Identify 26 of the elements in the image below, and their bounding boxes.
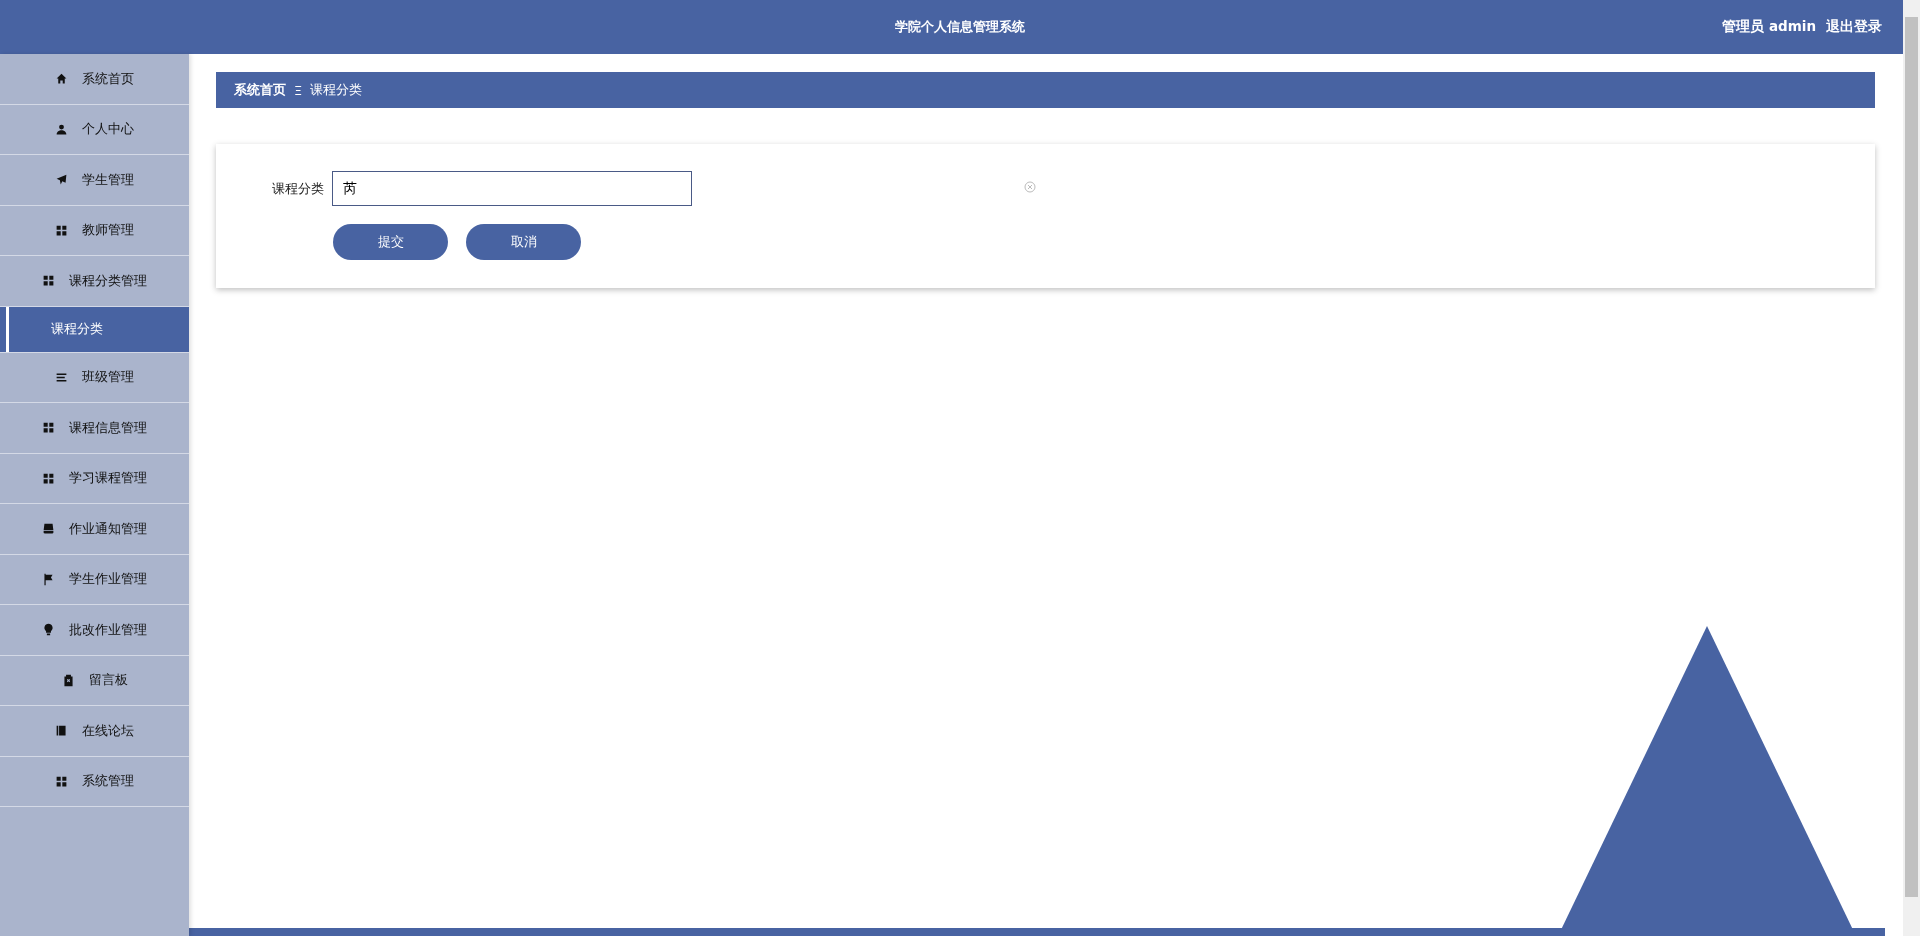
grid-icon <box>55 223 68 237</box>
sidebar-subitem[interactable]: 课程分类 <box>0 306 189 353</box>
breadcrumb-current: 课程分类 <box>310 81 363 99</box>
clear-icon[interactable] <box>1024 181 1036 193</box>
breadcrumb-separator: Ξ <box>294 82 303 98</box>
flag-icon <box>42 572 55 586</box>
clipboard-icon <box>61 673 75 687</box>
app-title: 学院个人信息管理系统 <box>895 18 1025 36</box>
grid-icon <box>42 421 55 435</box>
grid-icon <box>42 274 55 288</box>
inbox-icon <box>42 522 55 536</box>
field-label: 课程分类 <box>272 179 324 198</box>
cancel-button[interactable]: 取消 <box>466 224 581 260</box>
scrollbar[interactable] <box>1903 0 1920 936</box>
user-label: 管理员 admin <box>1722 18 1816 36</box>
bars-icon <box>55 370 68 384</box>
input-field[interactable]: 芮 <box>332 171 692 206</box>
logout-link[interactable]: 退出登录 <box>1826 18 1882 36</box>
grid-icon <box>42 471 55 485</box>
grid-icon <box>55 774 68 788</box>
submit-button[interactable]: 提交 <box>333 224 448 260</box>
book-icon <box>55 724 68 738</box>
breadcrumb-home-link[interactable]: 系统首页 <box>234 81 286 99</box>
user-icon <box>55 122 68 136</box>
bulb-icon <box>42 623 55 637</box>
home-icon <box>55 72 68 86</box>
